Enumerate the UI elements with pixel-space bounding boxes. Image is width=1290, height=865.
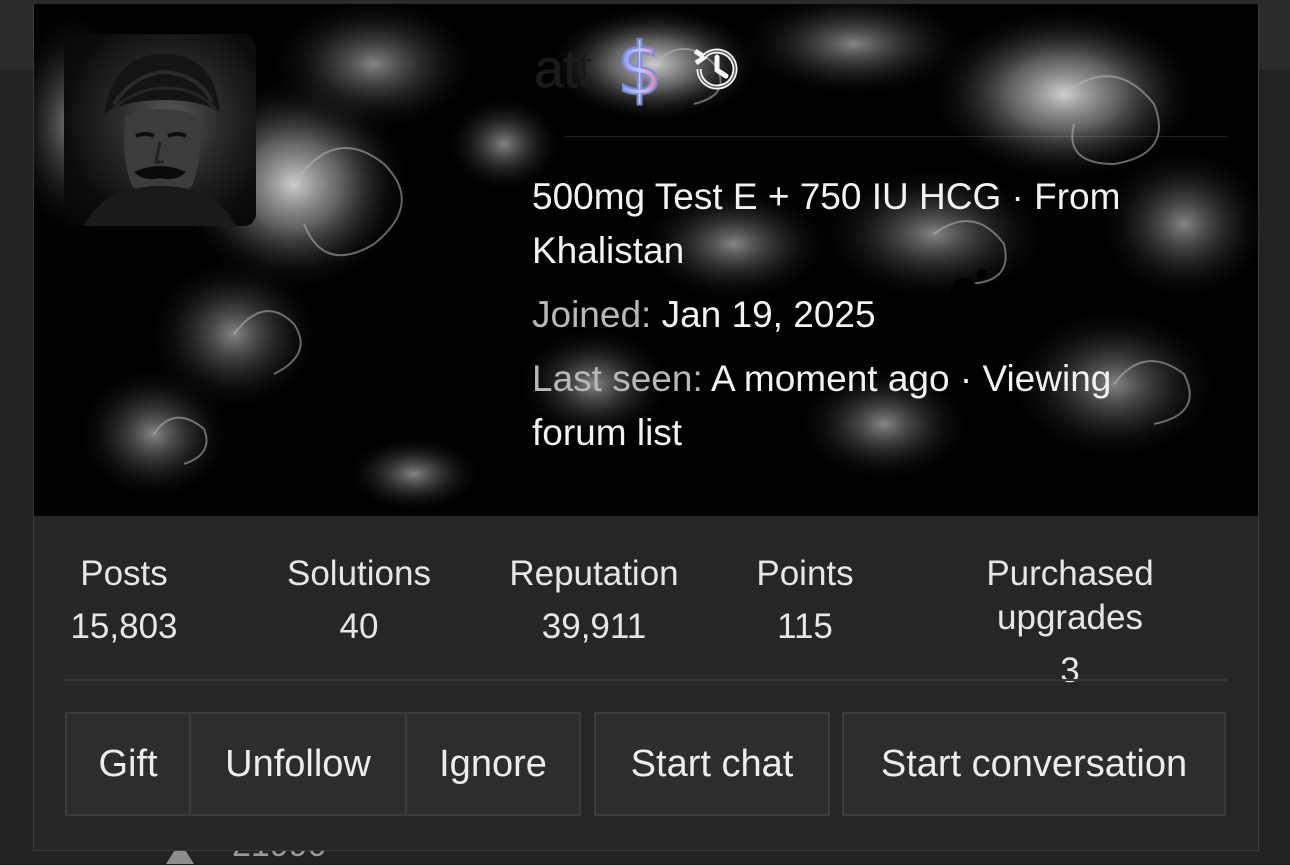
start-chat-button[interactable]: Start chat [594,712,830,816]
unfollow-button[interactable]: Unfollow [189,712,407,816]
gift-button[interactable]: Gift [65,712,191,816]
stats-divider [64,679,1228,681]
stat-label: Points [756,554,854,593]
stat-value: 115 [777,607,833,646]
last-seen-line: Last seen: A moment ago · Viewing forum … [532,352,1192,460]
username-link[interactable]: att [534,38,592,100]
stat-points[interactable]: Points 115 [740,552,870,658]
custom-title: 500mg Test E + 750 IU HCG · From Khalist… [532,176,1121,271]
stat-label: Posts [80,554,168,593]
member-tooltip-card: att $ 500mg Test E + 750 IU HCG · From K… [33,4,1259,851]
stat-label: Reputation [509,554,679,593]
dollar-icon: $ [616,27,664,111]
avatar-portrait-image [84,54,236,226]
stat-solutions[interactable]: Solutions 40 [274,552,444,658]
joined-label: Joined: [532,294,652,335]
history-icon [693,48,738,90]
stat-label: Solutions [287,554,431,593]
user-avatar[interactable] [64,34,256,226]
stat-reputation[interactable]: Reputation 39,911 [494,552,694,658]
stat-value: 39,911 [541,607,647,646]
last-seen-label: Last seen: [532,358,703,399]
joined-date: Jan 19, 2025 [661,294,876,335]
banner-divider [564,136,1228,137]
stat-value: 3 [1060,651,1080,690]
start-conversation-button[interactable]: Start conversation [842,712,1226,816]
stat-value: 40 [339,607,379,646]
stat-posts[interactable]: Posts 15,803 [64,552,184,658]
stat-value: 15,803 [70,607,178,646]
joined-line: Joined: Jan 19, 2025 [532,288,1192,342]
ignore-button[interactable]: Ignore [405,712,581,816]
member-stats: Posts 15,803 Solutions 40 Reputation 39,… [64,544,1228,690]
profile-info: 500mg Test E + 750 IU HCG · From Khalist… [532,170,1192,470]
stat-label: Purchased upgrades [986,554,1154,637]
profile-banner: att $ 500mg Test E + 750 IU HCG · From K… [34,4,1258,516]
username-row: att $ [534,24,745,114]
